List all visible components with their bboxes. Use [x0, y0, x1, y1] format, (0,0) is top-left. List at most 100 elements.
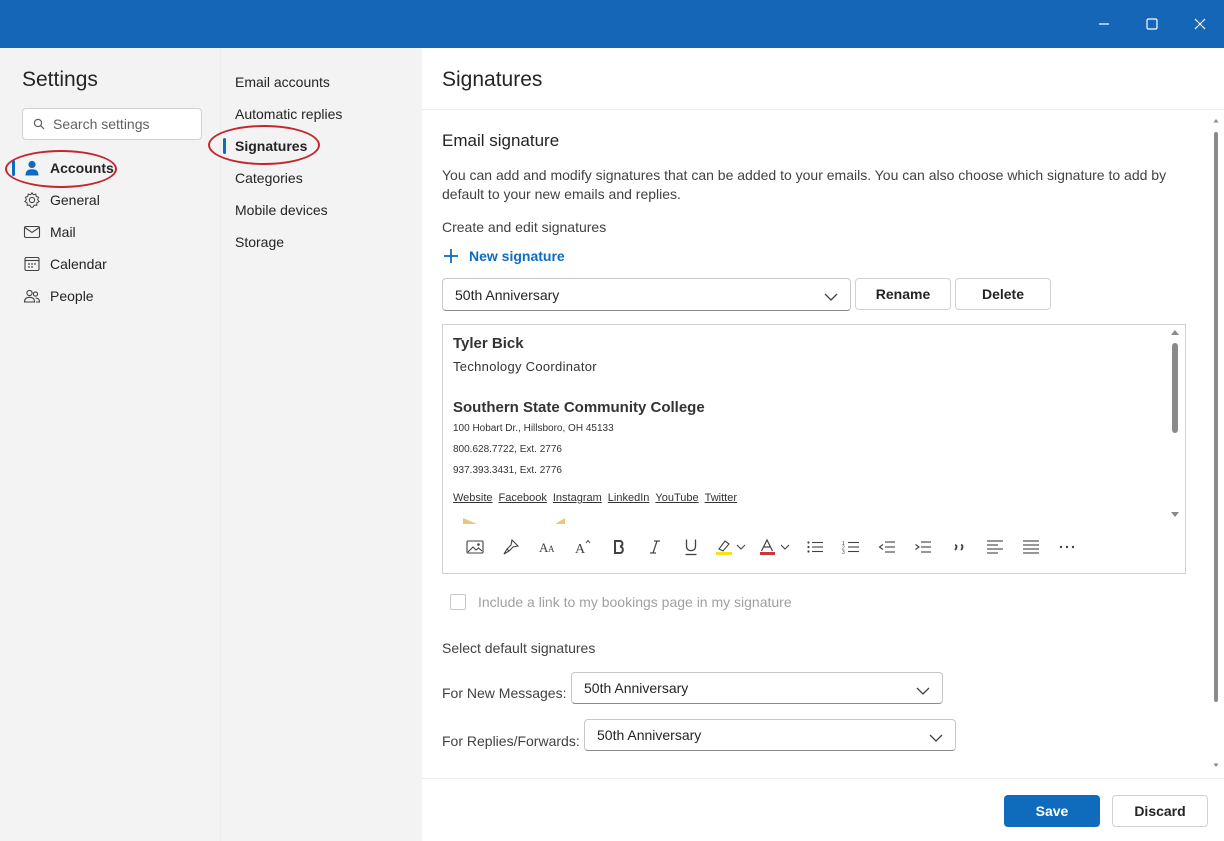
link-website[interactable]: Website	[453, 492, 493, 504]
section-description: You can add and modify signatures that c…	[442, 167, 1167, 202]
font-color-icon[interactable]	[753, 535, 797, 559]
create-label: Create and edit signatures	[442, 219, 607, 235]
delete-button[interactable]: Delete	[955, 278, 1051, 310]
submenu-mobile-devices[interactable]: Mobile devices	[235, 198, 328, 222]
signature-editor[interactable]: Tyler Bick Technology Coordinator Southe…	[442, 324, 1186, 574]
nav-item-general[interactable]: General	[14, 185, 214, 215]
align-justify-icon[interactable]	[1013, 535, 1049, 559]
active-indicator	[223, 138, 226, 154]
nav-item-calendar[interactable]: Calendar	[14, 249, 214, 279]
font-grow-icon[interactable]: A	[565, 535, 601, 559]
pane-scrollbar[interactable]	[1212, 118, 1220, 768]
signatures-pane: Signatures Email signature You can add a…	[422, 48, 1224, 841]
nav-item-label: Calendar	[50, 256, 107, 272]
indent-icon[interactable]	[905, 535, 941, 559]
scroll-up-icon[interactable]	[1213, 118, 1219, 123]
chevron-down-icon	[824, 289, 838, 305]
gear-icon	[22, 190, 42, 210]
people-icon	[22, 286, 42, 306]
formatting-toolbar: AA A 123	[457, 535, 1085, 559]
svg-text:A: A	[548, 544, 555, 554]
nav-item-mail[interactable]: Mail	[14, 217, 214, 247]
submenu-storage[interactable]: Storage	[235, 230, 284, 254]
quote-icon[interactable]	[941, 535, 977, 559]
scrollbar-thumb[interactable]	[1172, 343, 1178, 433]
window-titlebar	[0, 0, 1224, 48]
replies-label: For Replies/Forwards:	[442, 733, 580, 749]
highlight-icon[interactable]	[709, 535, 753, 559]
link-twitter[interactable]: Twitter	[705, 492, 737, 504]
link-youtube[interactable]: YouTube	[655, 492, 698, 504]
submenu-automatic-replies[interactable]: Automatic replies	[235, 102, 342, 126]
nav-item-label: People	[50, 288, 94, 304]
more-icon[interactable]	[1049, 535, 1085, 559]
editor-scrollbar[interactable]	[1168, 325, 1182, 525]
calendar-icon	[22, 254, 42, 274]
signature-role: Technology Coordinator	[453, 359, 597, 374]
signature-image	[555, 518, 565, 524]
search-input[interactable]	[53, 116, 193, 132]
defaults-label: Select default signatures	[442, 640, 596, 656]
numbering-icon[interactable]: 123	[833, 535, 869, 559]
rename-button[interactable]: Rename	[855, 278, 951, 310]
nav-item-accounts[interactable]: Accounts	[14, 153, 214, 183]
bullets-icon[interactable]	[797, 535, 833, 559]
bookings-checkbox-row[interactable]: Include a link to my bookings page in my…	[450, 594, 792, 610]
nav-item-people[interactable]: People	[14, 281, 214, 311]
nav-item-label: General	[50, 192, 100, 208]
signature-image	[463, 518, 477, 524]
scrollbar-thumb[interactable]	[1214, 132, 1218, 702]
italic-icon[interactable]	[637, 535, 673, 559]
bold-icon[interactable]	[601, 535, 637, 559]
page-title: Signatures	[442, 68, 543, 91]
maximize-icon[interactable]	[1128, 0, 1176, 48]
svg-text:A: A	[575, 542, 586, 556]
scroll-down-icon[interactable]	[1170, 511, 1180, 519]
close-icon[interactable]	[1176, 0, 1224, 48]
underline-icon[interactable]	[673, 535, 709, 559]
signature-phone-1: 800.628.7722, Ext. 2776	[453, 444, 562, 455]
signature-address: 100 Hobart Dr., Hillsboro, OH 45133	[453, 423, 614, 434]
search-box[interactable]	[22, 108, 202, 140]
submenu-signatures[interactable]: Signatures	[235, 134, 307, 158]
font-size-icon[interactable]: AA	[529, 535, 565, 559]
link-instagram[interactable]: Instagram	[553, 492, 602, 504]
accounts-submenu-pane: Email accounts Automatic replies Signatu…	[208, 48, 422, 841]
nav-item-label: Mail	[50, 224, 76, 240]
nav-item-label: Accounts	[50, 160, 114, 176]
replies-select[interactable]: 50th Anniversary	[584, 719, 956, 751]
settings-title: Settings	[22, 68, 98, 91]
new-signature-button[interactable]: New signature	[442, 247, 565, 265]
align-left-icon[interactable]	[977, 535, 1013, 559]
format-painter-icon[interactable]	[493, 535, 529, 559]
discard-button[interactable]: Discard	[1112, 795, 1208, 827]
scroll-down-icon[interactable]	[1213, 763, 1219, 768]
person-icon	[22, 158, 42, 178]
scroll-up-icon[interactable]	[1170, 328, 1180, 336]
minimize-icon[interactable]	[1080, 0, 1128, 48]
plus-icon	[442, 247, 460, 265]
submenu-categories[interactable]: Categories	[235, 166, 303, 190]
signature-college: Southern State Community College	[453, 399, 705, 416]
save-button[interactable]: Save	[1004, 795, 1100, 827]
section-title: Email signature	[442, 131, 560, 150]
new-messages-value: 50th Anniversary	[584, 680, 689, 696]
bookings-checkbox[interactable]	[450, 594, 466, 610]
search-icon	[33, 118, 45, 130]
signature-phone-2: 937.393.3431, Ext. 2776	[453, 465, 562, 476]
divider	[422, 109, 1224, 110]
link-linkedin[interactable]: LinkedIn	[608, 492, 650, 504]
new-messages-label: For New Messages:	[442, 685, 567, 701]
svg-text:3: 3	[842, 550, 845, 555]
settings-nav-pane: Settings Accounts General Mail Calendar …	[0, 48, 220, 841]
image-icon[interactable]	[457, 535, 493, 559]
bookings-checkbox-label: Include a link to my bookings page in my…	[478, 594, 792, 610]
signature-select-value: 50th Anniversary	[455, 286, 560, 303]
submenu-email-accounts[interactable]: Email accounts	[235, 70, 330, 94]
outdent-icon[interactable]	[869, 535, 905, 559]
new-messages-select[interactable]: 50th Anniversary	[571, 672, 943, 704]
signature-select[interactable]: 50th Anniversary	[442, 278, 851, 311]
signature-links: Website Facebook Instagram LinkedIn YouT…	[453, 492, 737, 504]
link-facebook[interactable]: Facebook	[499, 492, 547, 504]
signature-name: Tyler Bick	[453, 335, 524, 352]
